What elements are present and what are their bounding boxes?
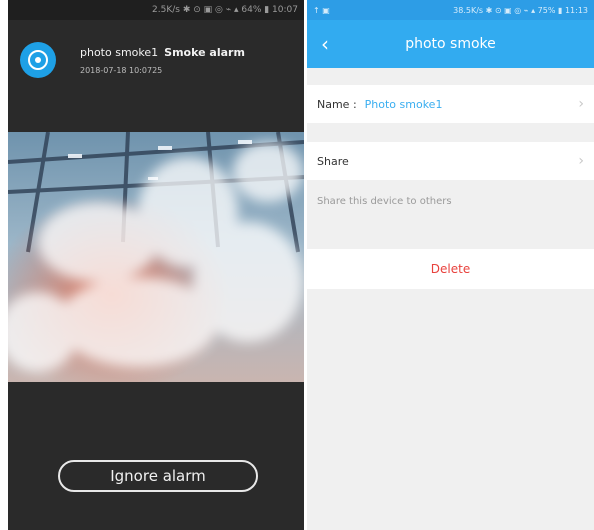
name-value: Photo smoke1	[364, 97, 443, 111]
alarm-header: photo smoke1 Smoke alarm 2018-07-18 10:07…	[8, 20, 304, 130]
nav-bar: ‹ photo smoke	[307, 20, 594, 68]
name-label: Name :	[317, 97, 357, 111]
status-bar: 2.5K/s ✱ ⊙ ▣ ◎ ⌁ ▴ 64% ▮ 10:07	[8, 0, 304, 20]
alarm-snapshot-image	[8, 132, 304, 382]
delete-button[interactable]: Delete	[307, 249, 594, 289]
status-left: ↑ ▣	[313, 5, 330, 15]
share-label: Share	[317, 154, 349, 168]
share-hint-text: Share this device to others	[317, 196, 452, 207]
status-right: 38.5K/s ✱ ⊙ ▣ ◎ ⌁ ▴ 75% ▮ 11:13	[453, 5, 588, 15]
chevron-right-icon: ›	[578, 153, 584, 169]
alarm-screen: 2.5K/s ✱ ⊙ ▣ ◎ ⌁ ▴ 64% ▮ 10:07 photo smo…	[8, 0, 304, 530]
alarm-timestamp: 2018-07-18 10:0725	[80, 66, 163, 75]
share-row[interactable]: Share ›	[307, 142, 594, 180]
back-arrow-icon[interactable]: ‹	[321, 32, 329, 56]
ignore-alarm-button[interactable]: Ignore alarm	[58, 460, 258, 492]
page-title: photo smoke	[405, 36, 496, 52]
alarm-type: Smoke alarm	[164, 46, 245, 59]
status-text: 2.5K/s ✱ ⊙ ▣ ◎ ⌁ ▴ 64% ▮ 10:07	[152, 5, 298, 15]
alarm-title: photo smoke1 Smoke alarm	[80, 46, 245, 59]
name-row[interactable]: Name : Photo smoke1 ›	[307, 85, 594, 123]
device-settings-screen: ↑ ▣ 38.5K/s ✱ ⊙ ▣ ◎ ⌁ ▴ 75% ▮ 11:13 ‹ ph…	[307, 0, 594, 530]
status-bar: ↑ ▣ 38.5K/s ✱ ⊙ ▣ ◎ ⌁ ▴ 75% ▮ 11:13	[307, 0, 594, 20]
chevron-right-icon: ›	[578, 96, 584, 112]
smoke-detector-icon	[20, 42, 56, 78]
device-name: photo smoke1	[80, 46, 159, 59]
